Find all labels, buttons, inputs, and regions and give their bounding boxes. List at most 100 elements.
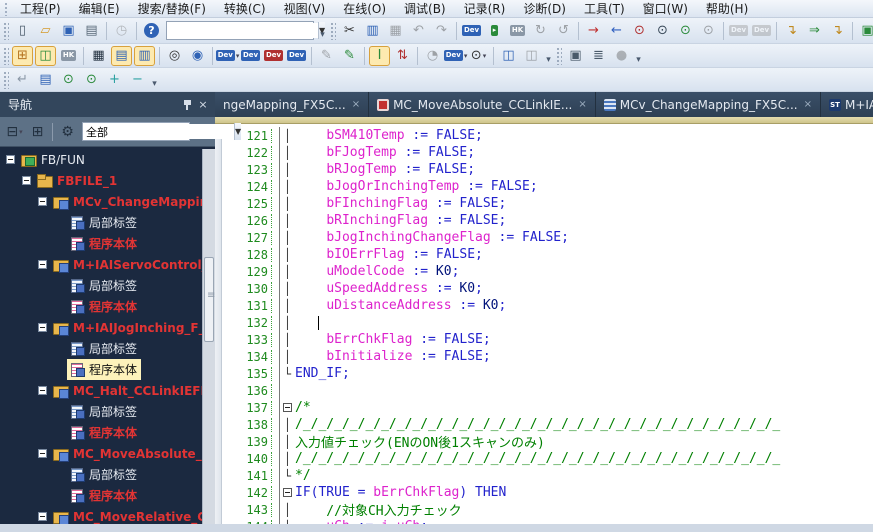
tree-item--[interactable]: 局部标签 (67, 401, 141, 422)
menu-item-4[interactable]: 转换(C) (215, 0, 275, 18)
mini-window-button[interactable]: ▣ (565, 46, 586, 66)
tree-expander-icon[interactable] (22, 176, 31, 185)
comment-run-button[interactable]: ⇒ (804, 21, 825, 41)
toolbar-grip[interactable] (3, 21, 9, 40)
toolbar-grip[interactable] (556, 46, 562, 65)
find-next-button[interactable]: ⊙ (81, 70, 102, 90)
tree-expander-icon[interactable] (38, 260, 47, 269)
copy-button[interactable]: ▥ (362, 21, 383, 41)
tree-item-mc-moveabsolute-c[interactable]: MC_MoveAbsolute_C (51, 445, 215, 463)
comment-jump-button[interactable]: ↴ (781, 21, 802, 41)
menu-item-9[interactable]: 诊断(D) (514, 0, 575, 18)
toolbar-overflow-button[interactable]: ▾ (317, 22, 328, 40)
menu-item-10[interactable]: 工具(T) (575, 0, 634, 18)
tree-expander-icon[interactable] (38, 512, 47, 521)
tree-expander-icon[interactable] (38, 449, 47, 458)
remove-watch-button[interactable]: − (127, 70, 148, 90)
new-file-button[interactable]: ▯ (12, 21, 33, 41)
tree-item-fb-fun[interactable]: FB/FUN (19, 151, 89, 169)
parameter-check-button[interactable]: HK (507, 21, 528, 41)
window-split-button[interactable]: ▤ (111, 45, 132, 66)
window-disabled-button[interactable]: ◫ (521, 46, 542, 66)
collapse-box-icon[interactable] (283, 487, 292, 497)
tree-item--[interactable]: 局部标签 (67, 338, 141, 359)
tree-item-mcv-changemappin[interactable]: MCv_ChangeMappin (51, 193, 212, 211)
add-watch-button[interactable]: + (104, 70, 125, 90)
toolbar-overflow-button[interactable]: ▾ (543, 47, 554, 65)
tree-expander-icon[interactable] (38, 197, 47, 206)
nav-back-button[interactable]: ↵ (12, 70, 33, 90)
device-test-red-button[interactable]: Dev (263, 46, 284, 66)
edit-disabled-button[interactable]: ✎ (316, 46, 337, 66)
rebuild-button[interactable]: ↻ (530, 21, 551, 41)
tab-1[interactable]: ngeMapping_FX5C... × (215, 92, 370, 117)
paste-button[interactable]: ▦ (385, 21, 406, 41)
toolbar-overflow-button[interactable]: ▾ (633, 47, 644, 65)
rebuild-all-button[interactable]: ↺ (553, 21, 574, 41)
open-file-button[interactable]: ▱ (35, 21, 56, 41)
tree-item-fbfile-1[interactable]: FBFILE_1 (35, 172, 121, 190)
save-button[interactable]: ▣ (58, 21, 79, 41)
find-prev-button[interactable]: ⊙ (58, 70, 79, 90)
device-display-button[interactable]: Dev (728, 21, 749, 41)
outline-view-button[interactable]: ⊞ (12, 45, 33, 66)
insert-edit-button[interactable]: I (369, 45, 390, 66)
tab-4[interactable]: STM+IAIS× (820, 92, 873, 117)
project-history-button[interactable]: ◷ (111, 21, 132, 41)
fold-marker[interactable] (280, 486, 295, 500)
device-view-button[interactable]: ◫ (35, 45, 56, 66)
comment-edit-button[interactable]: ↴ (827, 21, 848, 41)
tree-filter-select[interactable]: ▼ (82, 122, 242, 141)
tree-item--[interactable]: 局部标签 (67, 275, 141, 296)
cut-button[interactable]: ✂ (339, 21, 360, 41)
tab-2[interactable]: MC_MoveAbsolute_CCLinkIE... × (369, 92, 596, 117)
mini-user-button[interactable]: ● (611, 46, 632, 66)
device-test-blue-button[interactable]: Dev (286, 46, 307, 66)
device-eye-button[interactable]: Dev ▾ (443, 46, 467, 66)
search-combobox[interactable]: ▼ (166, 21, 326, 40)
tree-filter-select-dropdown-button[interactable]: ▼ (234, 123, 242, 140)
module-config-button[interactable]: ▦ (88, 46, 109, 66)
navigation-close-button[interactable]: × (195, 97, 211, 113)
undo-button[interactable]: ↶ (408, 21, 429, 41)
tree-expand-button[interactable]: ⊞ (27, 122, 48, 142)
edit-green-button[interactable]: ✎ (339, 46, 360, 66)
find-contact-button[interactable]: ⊙ (675, 21, 696, 41)
menu-item-1[interactable]: 工程(P) (11, 0, 70, 18)
device-mag-button[interactable]: ⊙ ▾ (468, 46, 489, 66)
menu-item-6[interactable]: 在线(O) (334, 0, 395, 18)
menu-item-8[interactable]: 记录(R) (455, 0, 515, 18)
collapse-box-icon[interactable] (283, 402, 292, 412)
toolbar-grip[interactable] (3, 46, 9, 65)
find-in-window-button[interactable]: ◉ (187, 46, 208, 66)
menu-item-7[interactable]: 调试(B) (395, 0, 455, 18)
device-find-button[interactable]: Dev ▾ (215, 46, 239, 66)
tree-item--[interactable]: 程序本体 (67, 233, 141, 254)
navigation-scrollbar[interactable] (202, 149, 215, 524)
tree-item-mc-halt-cclinkiefba[interactable]: MC_Halt_CCLinkIEFBa (51, 382, 215, 400)
tab-close-icon[interactable]: × (578, 99, 586, 110)
window-mag-button[interactable]: ◫ (498, 46, 519, 66)
tree-item-mc-moverelative-cc[interactable]: MC_MoveRelative_CC (51, 508, 215, 524)
toolbar-grip[interactable] (330, 21, 336, 40)
doc-check-button[interactable]: ▤ (35, 70, 56, 90)
io-edit-button[interactable]: ⇅ (392, 46, 413, 66)
code-pane[interactable]: 121 │ bSM410Temp := FALSE; 122 │ bFJogTemp … (222, 124, 873, 524)
help-button[interactable]: ? (141, 21, 162, 41)
find-button[interactable]: ◎ (164, 46, 185, 66)
search-combobox-input[interactable] (167, 23, 318, 38)
tab-close-icon[interactable]: × (804, 99, 812, 110)
tree-item--[interactable]: 程序本体 (67, 422, 141, 443)
tab-close-icon[interactable]: × (352, 99, 360, 110)
read-from-plc-button[interactable]: ← (606, 21, 627, 41)
write-to-plc-button[interactable]: → (583, 21, 604, 41)
menu-item-3[interactable]: 搜索/替换(F) (129, 0, 215, 18)
device-batch-button[interactable]: Dev (240, 46, 261, 66)
tree-item--[interactable]: 程序本体 (67, 359, 142, 380)
device-display-off-button[interactable]: Dev (751, 21, 772, 41)
tree-collapse-button[interactable]: ⊟ ▾ (4, 122, 25, 142)
window-grid-button[interactable]: ▥ (134, 45, 155, 66)
stamp-button[interactable]: ◔ (422, 46, 443, 66)
tree-expander-icon[interactable] (38, 323, 47, 332)
settings-button[interactable]: ⚙ (57, 122, 78, 142)
